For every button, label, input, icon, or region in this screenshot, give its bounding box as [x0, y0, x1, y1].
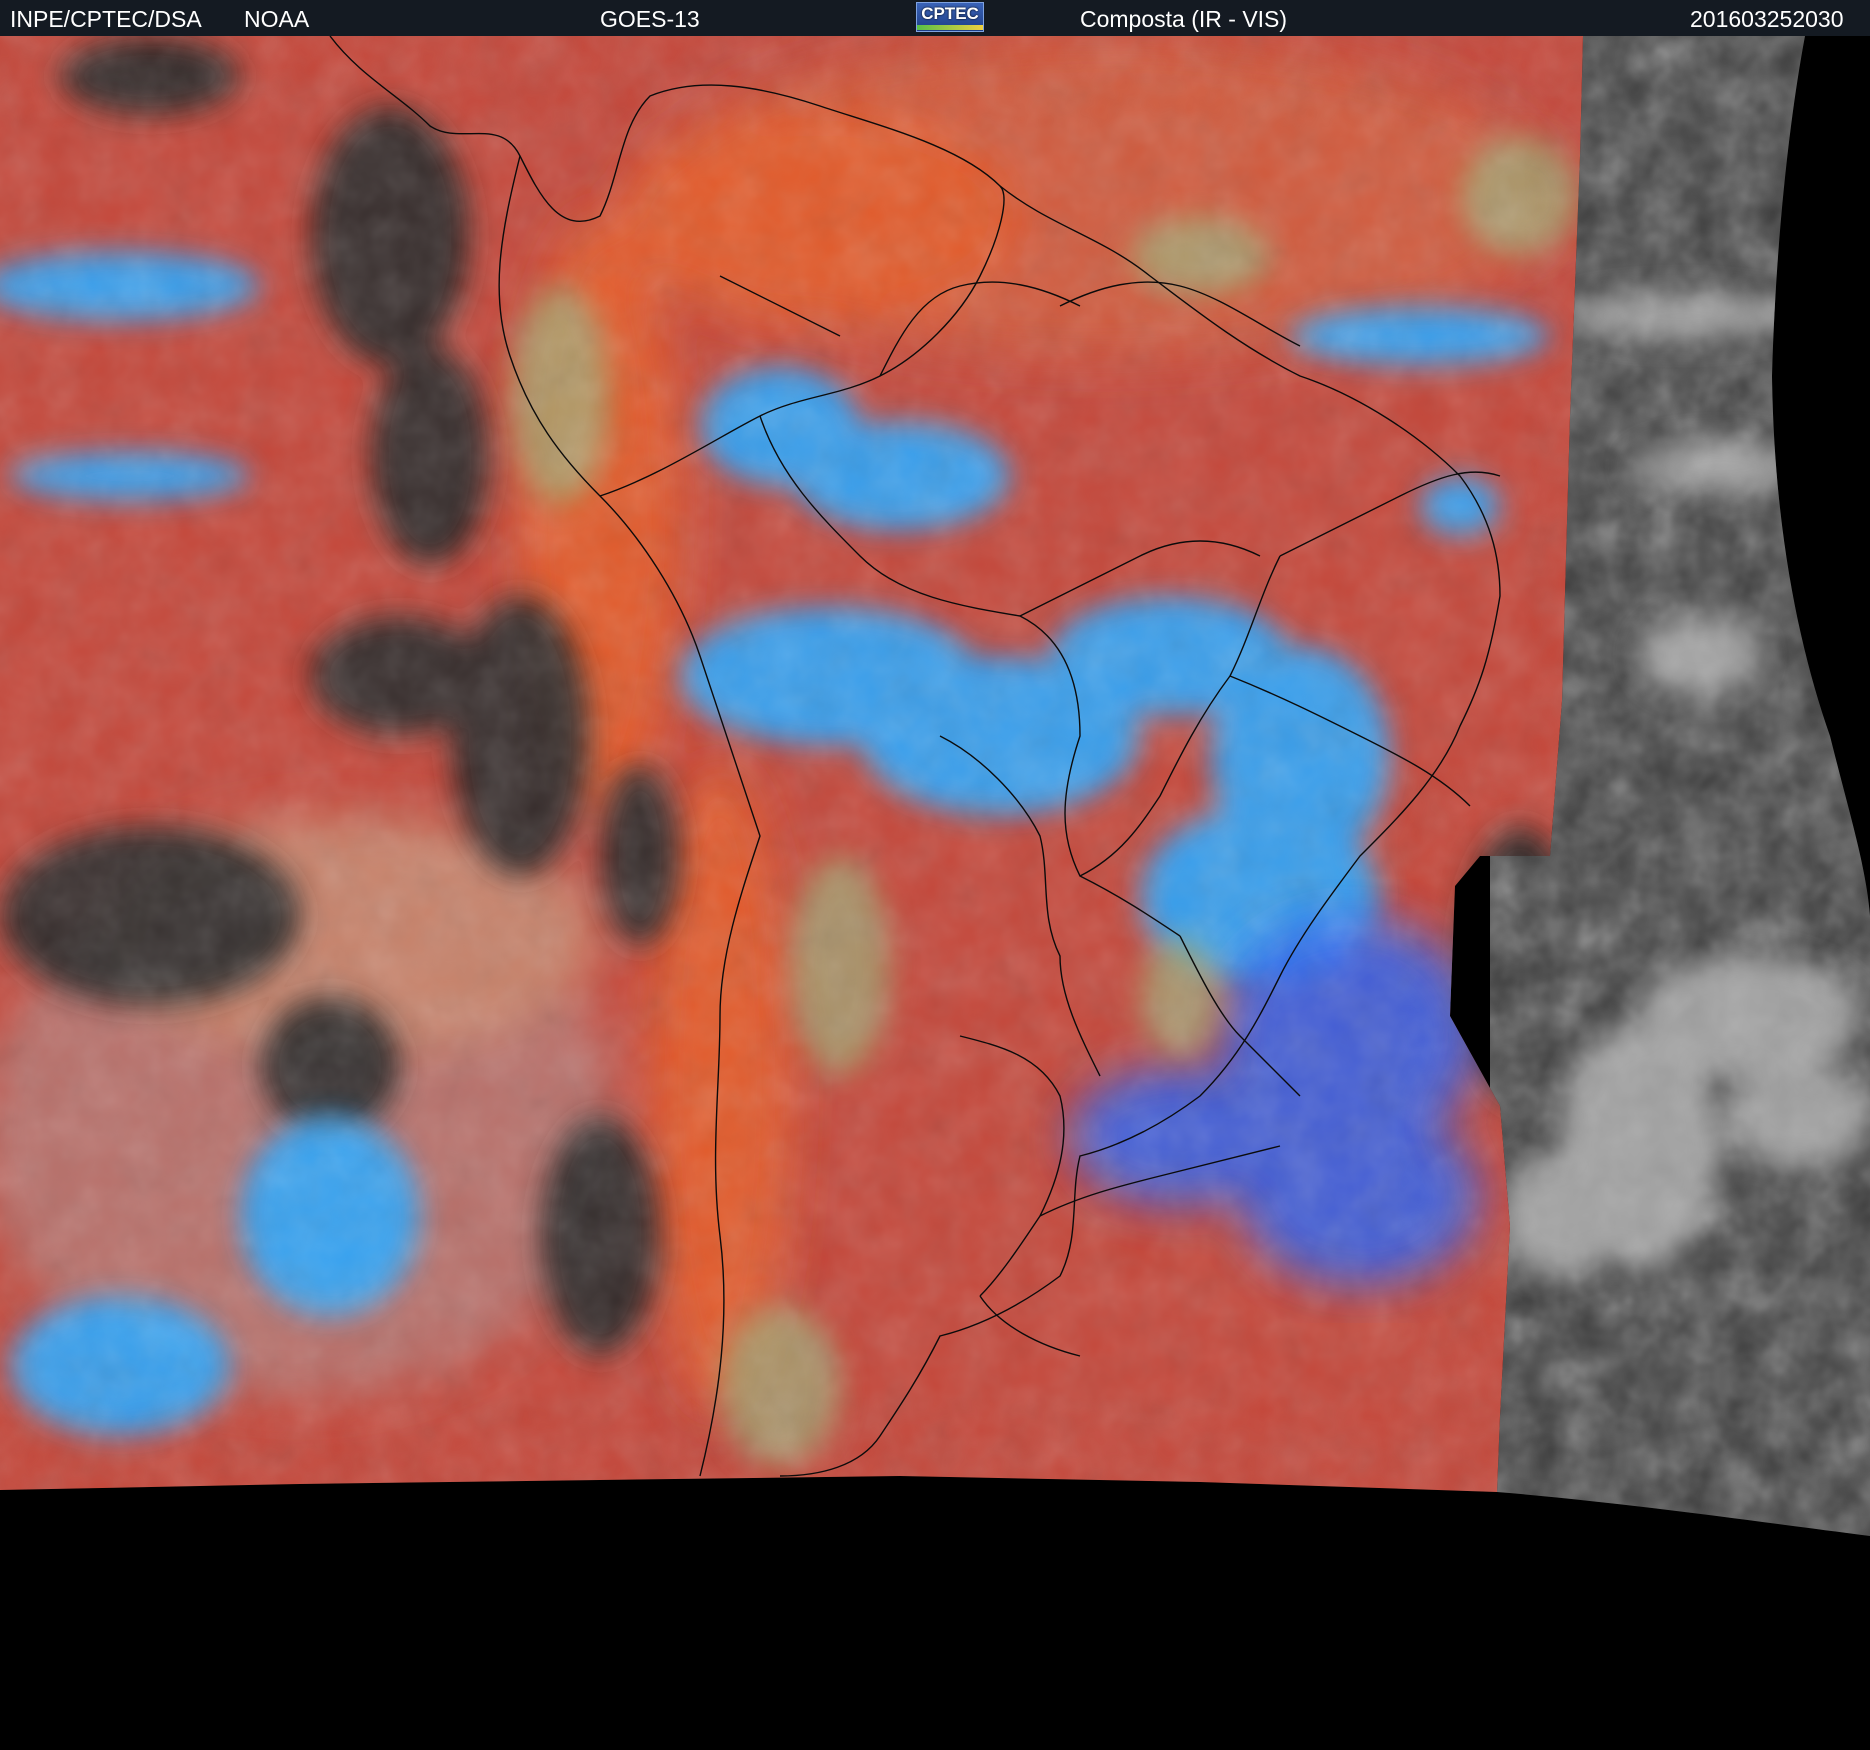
timestamp-label: 201603252030: [1690, 6, 1844, 32]
product-label: Composta (IR - VIS): [1080, 6, 1288, 32]
satellite-composite-map: [0, 36, 1870, 1750]
composite-color-region: [0, 36, 1583, 1492]
header-bar: INPE/CPTEC/DSA NOAA GOES-13 CPTEC Compos…: [0, 0, 1870, 36]
satellite-label: GOES-13: [600, 6, 700, 32]
logo-text: CPTEC: [921, 4, 979, 23]
agency-label: INPE/CPTEC/DSA: [10, 6, 202, 32]
cptec-logo: CPTEC: [916, 2, 984, 32]
partner-label: NOAA: [244, 6, 310, 32]
